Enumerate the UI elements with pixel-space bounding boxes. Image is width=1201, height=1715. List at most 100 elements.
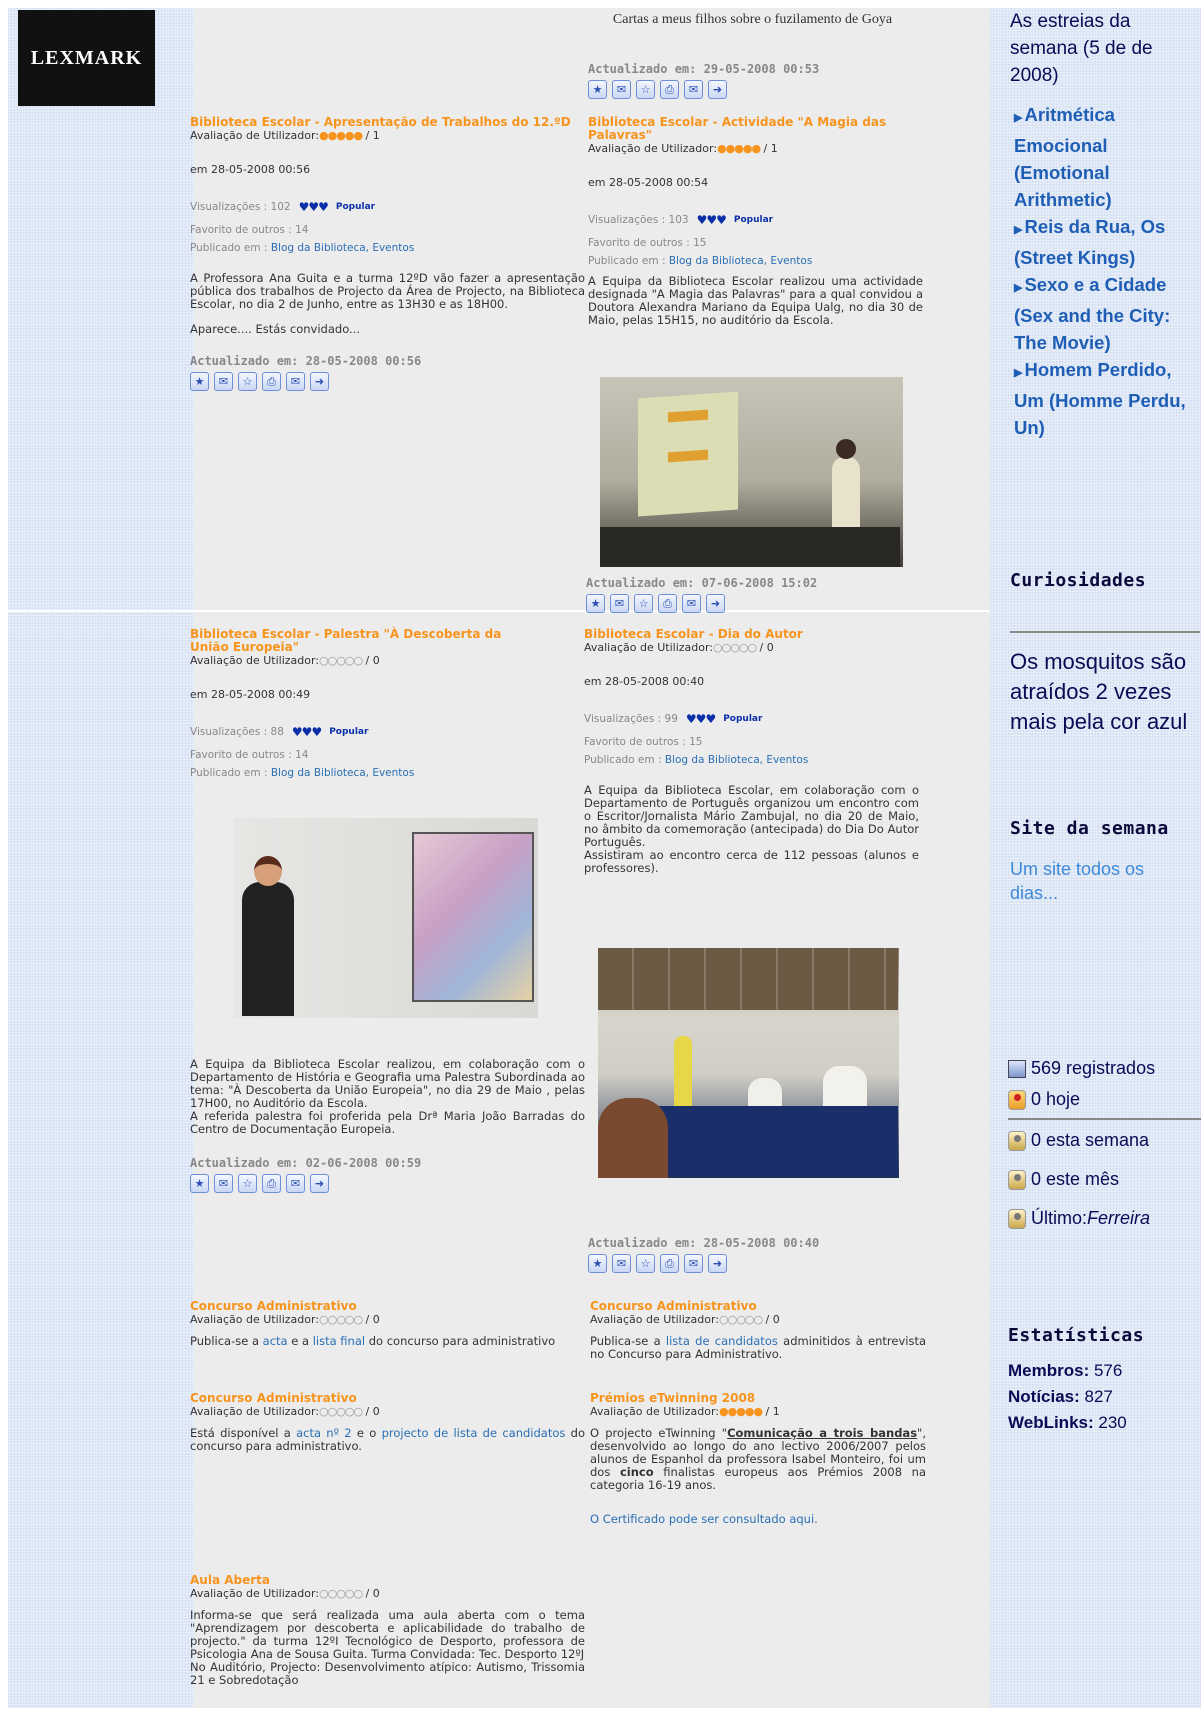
next-icon[interactable]: ➜ — [708, 1254, 727, 1273]
film-title: Reis da Rua, Os (Street Kings) — [1014, 216, 1166, 268]
lista-candidatos-link[interactable]: lista de candidatos — [666, 1334, 778, 1348]
category-links[interactable]: Blog da Biblioteca, Eventos — [271, 242, 414, 254]
article-title-goya: Cartas a meus filhos sobre o fuzilamento… — [590, 10, 915, 30]
hearts-icon: ♥♥♥ — [696, 213, 727, 227]
print-icon[interactable]: ⎙ — [262, 1174, 281, 1193]
lexmark-logo[interactable]: LEXMARK — [18, 10, 155, 106]
star-icon[interactable]: ☆ — [238, 1174, 257, 1193]
category-links[interactable]: Blog da Biblioteca, Eventos — [669, 255, 812, 267]
category-links[interactable]: Blog da Biblioteca, Eventos — [665, 754, 808, 766]
comment-icon[interactable]: ✉ — [214, 372, 233, 391]
article-date: em 28-05-2008 00:56 — [190, 163, 311, 176]
photo-magia-palavras — [600, 377, 903, 567]
last-user-name[interactable]: Ferreira — [1087, 1208, 1150, 1229]
body-text: Está disponível a — [190, 1426, 297, 1440]
favorite-icon[interactable]: ★ — [190, 1174, 209, 1193]
article-title[interactable]: Biblioteca Escolar - Dia do Autor — [584, 628, 919, 641]
email-icon[interactable]: ✉ — [684, 80, 703, 99]
print-icon[interactable]: ⎙ — [658, 594, 677, 613]
star-icon[interactable]: ☆ — [636, 80, 655, 99]
rating-stars: ○○○○○ — [319, 1313, 363, 1326]
favorite-icon[interactable]: ★ — [588, 1254, 607, 1273]
rating-stars: ○○○○○ — [319, 1587, 363, 1600]
project-name-link[interactable]: Comunicação a trois bandas — [727, 1426, 917, 1440]
body-text: e a — [287, 1334, 313, 1348]
star-icon[interactable]: ☆ — [238, 372, 257, 391]
next-icon[interactable]: ➜ — [310, 1174, 329, 1193]
email-icon[interactable]: ✉ — [684, 1254, 703, 1273]
certificate-link[interactable]: O Certificado pode ser consultado aqui. — [590, 1512, 926, 1526]
category-links[interactable]: Blog da Biblioteca, Eventos — [271, 767, 414, 779]
article-title[interactable]: Concurso Administrativo — [590, 1300, 926, 1313]
comment-icon[interactable]: ✉ — [610, 594, 629, 613]
print-icon[interactable]: ⎙ — [262, 372, 281, 391]
divider — [1008, 1118, 1201, 1120]
rating-count: / 0 — [362, 1405, 380, 1418]
article-title[interactable]: Prémios eTwinning 2008 — [590, 1392, 926, 1405]
hearts-icon: ♥♥♥ — [298, 200, 329, 214]
comment-icon[interactable]: ✉ — [612, 80, 631, 99]
article-title[interactable]: Concurso Administrativo — [190, 1392, 585, 1405]
curiosidades-heading: Curiosidades — [1010, 570, 1147, 591]
next-icon[interactable]: ➜ — [708, 80, 727, 99]
print-icon[interactable]: ⎙ — [660, 80, 679, 99]
article-title: Cartas a meus filhos sobre o fuzilamento… — [612, 12, 893, 27]
views-count: Visualizações : 88 — [190, 726, 284, 738]
arrow-right-icon: ▶ — [1014, 224, 1023, 236]
film-link[interactable]: ▶ Aritmética Emocional (Emotional Arithme… — [1014, 101, 1190, 213]
rating-count: / 1 — [362, 129, 380, 142]
article-action-icons: ★ ✉ ☆ ⎙ ✉ ➜ — [588, 80, 819, 99]
members-label: Membros: — [1008, 1361, 1090, 1380]
star-icon[interactable]: ☆ — [636, 1254, 655, 1273]
star-icon[interactable]: ☆ — [634, 594, 653, 613]
comment-icon[interactable]: ✉ — [612, 1254, 631, 1273]
statistics-box: Estatísticas Membros: 576 Notícias: 827 … — [1008, 1325, 1198, 1436]
lista-final-link[interactable]: lista final — [313, 1334, 365, 1348]
published-label: Publicado em : — [584, 754, 665, 766]
members-row: Membros: 576 — [1008, 1358, 1198, 1384]
rating-label: Avaliação de Utilizador: — [590, 1313, 720, 1326]
article-body: Está disponível a acta nº 2 e o projecto… — [190, 1427, 585, 1453]
projecto-lista-link[interactable]: projecto de lista de candidatos — [382, 1426, 566, 1440]
news-label: Notícias: — [1008, 1387, 1080, 1406]
next-icon[interactable]: ➜ — [706, 594, 725, 613]
published-in: Publicado em : Blog da Biblioteca, Event… — [190, 242, 585, 254]
arrow-right-icon: ▶ — [1014, 112, 1023, 124]
favorite-icon[interactable]: ★ — [190, 372, 209, 391]
acta-link[interactable]: acta — [263, 1334, 288, 1348]
article-title[interactable]: Aula Aberta — [190, 1574, 585, 1587]
updated-date: Actualizado em: 28-05-2008 00:40 — [588, 1236, 820, 1250]
site-link[interactable]: Um site todos os dias... — [1010, 857, 1190, 905]
email-icon[interactable]: ✉ — [286, 372, 305, 391]
acta-2-link[interactable]: acta nº 2 — [296, 1426, 352, 1440]
print-icon[interactable]: ⎙ — [660, 1254, 679, 1273]
weblinks-row: WebLinks: 230 — [1008, 1410, 1198, 1436]
email-icon[interactable]: ✉ — [682, 594, 701, 613]
month-row: 0 este mês — [1008, 1169, 1200, 1190]
article-title[interactable]: Biblioteca Escolar - Actividade "A Magia… — [588, 116, 923, 142]
film-link[interactable]: ▶ Homem Perdido, Um (Homme Perdu, Un) — [1014, 356, 1190, 441]
comment-icon[interactable]: ✉ — [214, 1174, 233, 1193]
body-paragraph: Assistiram ao encontro cerca de 112 pess… — [584, 848, 919, 875]
site-semana-heading: Site da semana — [1010, 818, 1169, 839]
film-link[interactable]: ▶ Reis da Rua, Os (Street Kings) — [1014, 213, 1190, 271]
favorite-count: Favorito de outros : 14 — [190, 749, 309, 761]
film-title: Homem Perdido, Um (Homme Perdu, Un) — [1014, 359, 1186, 438]
article-footer-magia: Actualizado em: 07-06-2008 15:02 ★ ✉ ☆ ⎙ ✉ ➜ — [586, 576, 817, 613]
user-rating: Avaliação de Utilizador:●●●●● / 1 — [590, 1405, 926, 1419]
registered-count: 569 registrados — [1031, 1058, 1156, 1078]
article-title[interactable]: Concurso Administrativo — [190, 1300, 585, 1313]
email-icon[interactable]: ✉ — [286, 1174, 305, 1193]
article-title[interactable]: Biblioteca Escolar - Palestra "À Descobe… — [190, 628, 540, 654]
next-icon[interactable]: ➜ — [310, 372, 329, 391]
favorite-icon[interactable]: ★ — [586, 594, 605, 613]
favorite-icon[interactable]: ★ — [588, 80, 607, 99]
weblinks-count: 230 — [1093, 1413, 1127, 1432]
film-link[interactable]: ▶ Sexo e a Cidade (Sex and the City: The … — [1014, 271, 1190, 356]
film-title: Sexo e a Cidade (Sex and the City: The M… — [1014, 274, 1171, 353]
body-paragraph: Aparece.... Estás convidado... — [190, 322, 360, 336]
article-body: A Equipa da Biblioteca Escolar, em colab… — [584, 784, 919, 875]
article-title[interactable]: Biblioteca Escolar - Apresentação de Tra… — [190, 116, 585, 129]
hearts-icon: ♥♥♥ — [685, 712, 716, 726]
article-date: em 28-05-2008 00:40 — [584, 675, 705, 688]
